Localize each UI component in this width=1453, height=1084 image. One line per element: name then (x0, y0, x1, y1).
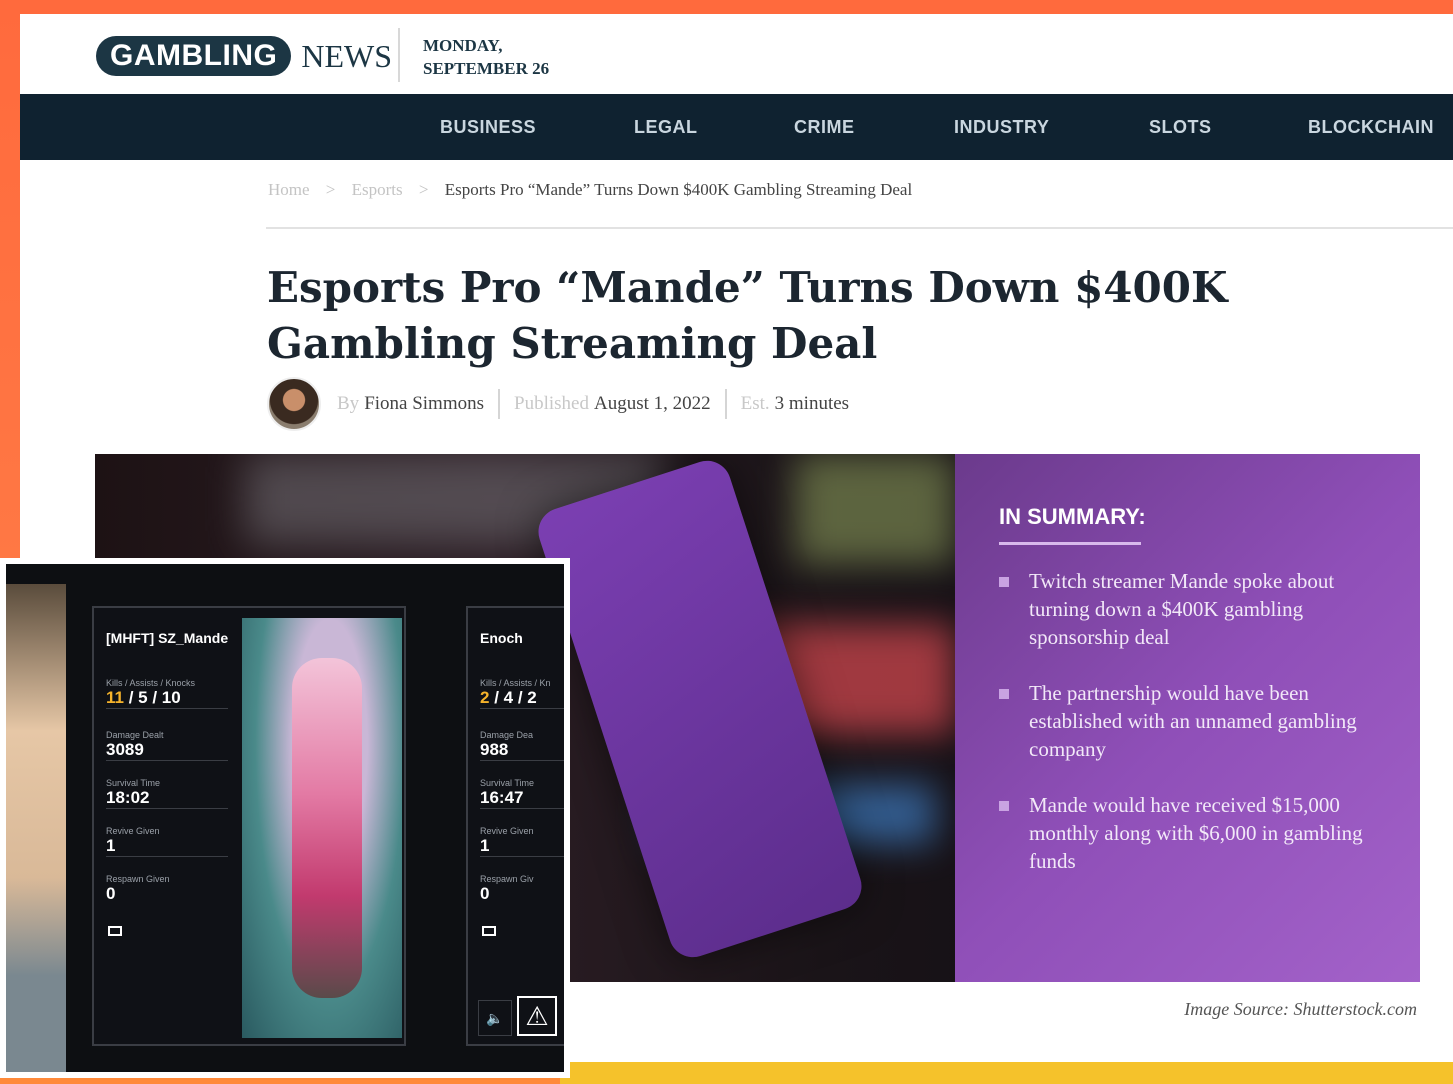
stat-label: Kills / Assists / Knocks (106, 678, 196, 688)
summary-item: Twitch streamer Mande spoke about turnin… (999, 567, 1376, 651)
game-scoreboard: [MHFT] SZ_Mande Kills / Assists / Knocks… (6, 564, 564, 1072)
summary-title: IN SUMMARY: (999, 504, 1146, 529)
stat-value: 0 (480, 884, 490, 903)
author-avatar[interactable] (267, 377, 321, 431)
breadcrumb-section[interactable]: Esports (352, 180, 403, 199)
stat-label: Survival Time (106, 778, 161, 788)
nav-business[interactable]: BUSINESS (440, 94, 536, 160)
stat-value: 1 (106, 836, 116, 855)
stat-survival: Survival Time 18:02 (106, 778, 228, 809)
nav-slots[interactable]: SLOTS (1149, 94, 1212, 160)
assists-knocks-value: / 4 / 2 (489, 688, 537, 707)
stat-label: Survival Time (480, 778, 535, 788)
logo-word: GAMBLING (96, 36, 292, 76)
stat-label: Respawn Given (106, 874, 170, 884)
breadcrumb-current: Esports Pro “Mande” Turns Down $400K Gam… (444, 180, 913, 199)
game-screenshot-overlay: [MHFT] SZ_Mande Kills / Assists / Knocks… (0, 558, 570, 1078)
player-card: [MHFT] SZ_Mande Kills / Assists / Knocks… (92, 606, 406, 1046)
published-date: August 1, 2022 (593, 393, 711, 414)
main-nav: BUSINESS LEGAL CRIME INDUSTRY SLOTS BLOC… (20, 94, 1453, 160)
stat-damage: Damage Dealt 3089 (106, 730, 228, 761)
stat-label: Damage Dealt (106, 730, 164, 740)
byline-divider (498, 389, 501, 419)
nav-crime[interactable]: CRIME (794, 94, 855, 160)
date-weekday: MONDAY, (423, 36, 503, 55)
nav-blockchain[interactable]: BLOCKCHAIN (1308, 94, 1434, 160)
chat-icon[interactable] (108, 926, 122, 936)
player-card: Enoch Kills / Assists / Kn 2 / 4 / 2 Dam… (466, 606, 564, 1046)
kills-value: 11 (106, 688, 124, 707)
warning-icon[interactable]: ⚠ (517, 996, 557, 1036)
summary-item: The partnership would have been establis… (999, 679, 1376, 763)
assists-knocks-value: / 5 / 10 (123, 688, 181, 707)
volume-icon[interactable]: 🔈 (478, 1000, 512, 1036)
site-logo[interactable]: GAMBLING NEWS (96, 36, 392, 76)
stat-kills: Kills / Assists / Kn 2 / 4 / 2 (480, 678, 564, 709)
stat-respawn: Respawn Giv 0 (480, 874, 564, 904)
published-label: Published (514, 393, 589, 414)
stat-revive: Revive Given 1 (480, 826, 564, 857)
article-byline: By Fiona Simmons Published August 1, 202… (267, 376, 849, 432)
image-source-caption: Image Source: Shutterstock.com (1184, 999, 1417, 1019)
breadcrumb-separator: > (418, 180, 429, 199)
header-date: MONDAY, SEPTEMBER 26 (423, 34, 549, 80)
nav-legal[interactable]: LEGAL (634, 94, 698, 160)
stat-label: Kills / Assists / Kn (480, 678, 551, 688)
player-name: [MHFT] SZ_Mande (106, 630, 229, 646)
breadcrumb: Home > Esports > Esports Pro “Mande” Tur… (268, 180, 912, 200)
streamer-webcam (6, 584, 66, 1072)
article-title: Esports Pro “Mande” Turns Down $400K Gam… (267, 263, 1228, 368)
by-label: By (337, 393, 360, 414)
stat-survival: Survival Time 16:47 (480, 778, 564, 809)
hero-bg-blur (795, 454, 955, 564)
character-figure (292, 658, 362, 998)
footer-accent-bar (560, 1062, 1453, 1084)
read-time: 3 minutes (774, 393, 850, 414)
stat-value: 18:02 (106, 788, 150, 807)
character-portrait (242, 618, 402, 1038)
author-name[interactable]: Fiona Simmons (364, 393, 484, 415)
summary-item: Mande would have received $15,000 monthl… (999, 791, 1376, 875)
breadcrumb-home[interactable]: Home (268, 180, 310, 199)
nav-industry[interactable]: INDUSTRY (954, 94, 1049, 160)
date-day: SEPTEMBER 26 (423, 59, 550, 78)
stat-label: Respawn Giv (480, 874, 534, 884)
summary-underline (999, 542, 1141, 545)
breadcrumb-divider (266, 227, 1453, 229)
stat-value: 0 (106, 884, 116, 903)
stat-label: Revive Given (106, 826, 160, 836)
stat-damage: Damage Dea 988 (480, 730, 564, 761)
breadcrumb-separator: > (325, 180, 336, 199)
player-name: Enoch (480, 630, 523, 646)
stat-value: 16:47 (480, 788, 524, 807)
stat-revive: Revive Given 1 (106, 826, 228, 857)
stat-label: Damage Dea (480, 730, 534, 740)
summary-panel: IN SUMMARY: Twitch streamer Mande spoke … (955, 454, 1420, 982)
stat-respawn: Respawn Given 0 (106, 874, 228, 904)
logo-news: NEWS (301, 37, 392, 74)
header-divider (398, 28, 400, 82)
byline-divider (724, 389, 727, 419)
stat-kills: Kills / Assists / Knocks 11 / 5 / 10 (106, 678, 228, 709)
stat-label: Revive Given (480, 826, 534, 836)
stat-value: 3089 (106, 740, 144, 759)
stat-value: 988 (480, 740, 509, 759)
read-time-label: Est. (740, 393, 770, 414)
chat-icon[interactable] (482, 926, 496, 936)
stat-value: 1 (480, 836, 490, 855)
